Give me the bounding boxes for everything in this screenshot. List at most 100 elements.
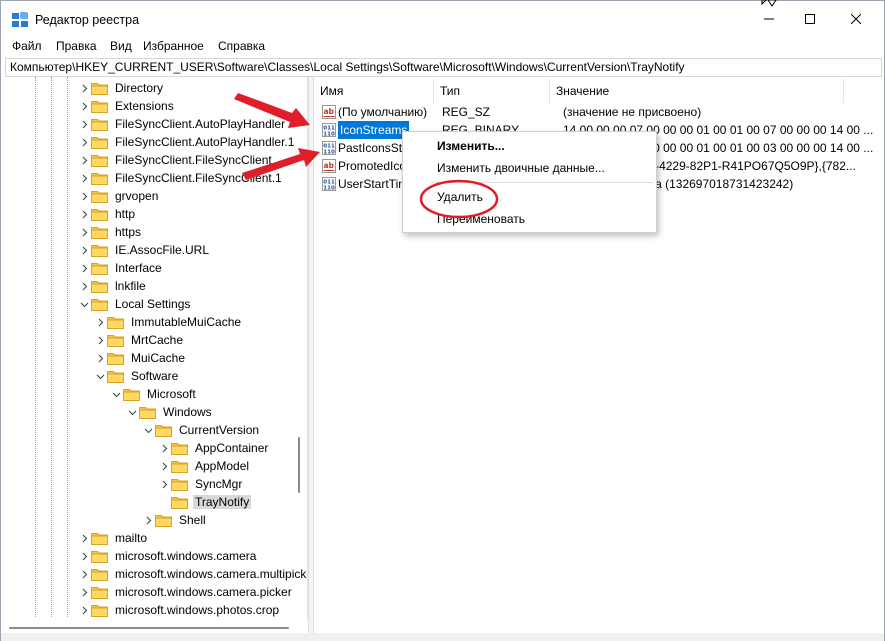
tree-item[interactable]: lnkfile — [79, 277, 148, 295]
maximize-button[interactable] — [787, 1, 833, 37]
tree-item[interactable]: Windows — [127, 403, 214, 421]
chevron-down-icon[interactable] — [111, 389, 121, 399]
tree-item[interactable]: ImmutableMuiCache — [95, 313, 243, 331]
folder-icon — [91, 118, 108, 131]
chevron-right-icon[interactable] — [79, 119, 89, 129]
chevron-right-icon[interactable] — [79, 173, 89, 183]
tree-item[interactable]: Local Settings — [79, 295, 192, 313]
chevron-right-icon[interactable] — [79, 209, 89, 219]
tree-item[interactable]: microsoft.windows.photos.crop — [79, 601, 281, 619]
chevron-down-icon[interactable] — [143, 425, 153, 435]
tree-item-label: Interface — [115, 261, 162, 275]
chevron-right-icon[interactable] — [79, 137, 89, 147]
chevron-down-icon[interactable] — [127, 407, 137, 417]
tree-item[interactable]: SyncMgr — [159, 475, 244, 493]
chevron-right-icon[interactable] — [159, 443, 169, 453]
tree-item-label: Shell — [179, 513, 206, 527]
chevron-right-icon[interactable] — [79, 191, 89, 201]
close-button[interactable] — [833, 1, 879, 37]
menu-help[interactable]: Справка — [218, 39, 265, 53]
chevron-right-icon[interactable] — [159, 479, 169, 489]
menu-file[interactable]: Файл — [12, 39, 42, 53]
tree-guide-line — [51, 77, 52, 617]
tree-item[interactable]: IE.AssocFile.URL — [79, 241, 211, 259]
menu-favorites[interactable]: Избранное — [143, 39, 204, 53]
tree-item[interactable]: Extensions — [79, 97, 176, 115]
menu-edit[interactable]: Правка — [56, 39, 97, 53]
value-row[interactable]: ab (По умолчанию) REG_SZ (значение не присв… — [314, 103, 884, 121]
tree-item[interactable]: MrtCache — [95, 331, 185, 349]
tree-item-label: TrayNotify — [193, 495, 252, 509]
folder-icon — [107, 352, 124, 365]
chevron-right-icon[interactable] — [95, 353, 105, 363]
folder-icon — [91, 532, 108, 545]
tree-item[interactable]: microsoft.windows.camera.picker — [79, 583, 294, 601]
tree-item[interactable]: https — [79, 223, 143, 241]
tree-item[interactable]: microsoft.windows.camera — [79, 547, 258, 565]
chevron-right-icon[interactable] — [79, 569, 89, 579]
tree-item-label: MuiCache — [131, 351, 186, 365]
menu-view[interactable]: Вид — [110, 39, 132, 53]
tree-item[interactable]: Interface — [79, 259, 164, 277]
tree-item[interactable]: Microsoft — [111, 385, 198, 403]
tree-item[interactable]: AppModel — [159, 457, 251, 475]
chevron-right-icon[interactable] — [79, 101, 89, 111]
chevron-down-icon[interactable] — [79, 299, 89, 309]
tree-item[interactable]: microsoft.windows.camera.multipicker — [79, 565, 308, 583]
column-header-type[interactable]: Тип — [434, 79, 550, 103]
chevron-right-icon[interactable] — [79, 533, 89, 543]
context-menu-modify[interactable]: Изменить... — [437, 139, 505, 153]
tree-horizontal-scrollbar[interactable] — [9, 627, 289, 629]
minimize-button[interactable] — [746, 1, 792, 37]
tree-item[interactable]: AppContainer — [159, 439, 270, 457]
tree-item[interactable]: FileSyncClient.FileSyncClient.1 — [79, 169, 284, 187]
folder-icon — [139, 406, 156, 419]
chevron-right-icon[interactable] — [79, 281, 89, 291]
tree-item[interactable]: CurrentVersion — [143, 421, 261, 439]
chevron-right-icon[interactable] — [79, 551, 89, 561]
tree-item[interactable]: FileSyncClient.AutoPlayHandler — [79, 115, 287, 133]
chevron-right-icon[interactable] — [79, 587, 89, 597]
chevron-right-icon[interactable] — [79, 245, 89, 255]
tree-item[interactable]: FileSyncClient.FileSyncClient — [79, 151, 274, 169]
tree-item[interactable]: Software — [95, 367, 180, 385]
tree-guide-line — [67, 77, 68, 617]
context-menu-rename[interactable]: Переименовать — [437, 212, 525, 226]
chevron-right-icon[interactable] — [143, 515, 153, 525]
tree-item[interactable]: TrayNotify — [159, 493, 252, 511]
column-header-name[interactable]: Имя — [314, 79, 434, 103]
context-menu-delete[interactable]: Удалить — [437, 190, 483, 204]
address-bar[interactable]: Компьютер\HKEY_CURRENT_USER\Software\Cla… — [5, 58, 882, 77]
chevron-right-icon[interactable] — [79, 263, 89, 273]
chevron-right-icon[interactable] — [79, 227, 89, 237]
folder-icon — [171, 496, 188, 509]
folder-icon — [91, 190, 108, 203]
tree-item-label: microsoft.windows.camera.multipicker — [115, 567, 308, 581]
column-header-value[interactable]: Значение — [550, 79, 844, 103]
chevron-down-icon[interactable] — [95, 371, 105, 381]
context-menu-modify-binary[interactable]: Изменить двоичные данные... — [437, 161, 605, 175]
tree-item-label: microsoft.windows.camera — [115, 549, 257, 563]
tree-item-label: Extensions — [115, 99, 174, 113]
registry-tree[interactable]: Directory Extensions FileSyncClient.AutoPl… — [5, 77, 308, 619]
tree-item[interactable]: grvopen — [79, 187, 160, 205]
tree-item[interactable]: MuiCache — [95, 349, 187, 367]
tree-vertical-scrollbar[interactable] — [298, 437, 300, 493]
tree-item[interactable]: Shell — [143, 511, 208, 529]
folder-icon — [91, 154, 108, 167]
chevron-right-icon[interactable] — [159, 461, 169, 471]
chevron-right-icon[interactable] — [79, 605, 89, 615]
tree-item-label: AppModel — [195, 459, 250, 473]
chevron-right-icon[interactable] — [95, 317, 105, 327]
folder-icon — [107, 370, 124, 383]
chevron-right-icon[interactable] — [95, 335, 105, 345]
string-value-icon: ab — [322, 159, 336, 173]
tree-item-label: Software — [131, 369, 179, 383]
folder-icon — [171, 442, 188, 455]
tree-item[interactable]: FileSyncClient.AutoPlayHandler.1 — [79, 133, 296, 151]
chevron-right-icon[interactable] — [79, 83, 89, 93]
tree-item[interactable]: http — [79, 205, 137, 223]
tree-item[interactable]: mailto — [79, 529, 149, 547]
chevron-right-icon[interactable] — [79, 155, 89, 165]
tree-item[interactable]: Directory — [79, 79, 165, 97]
